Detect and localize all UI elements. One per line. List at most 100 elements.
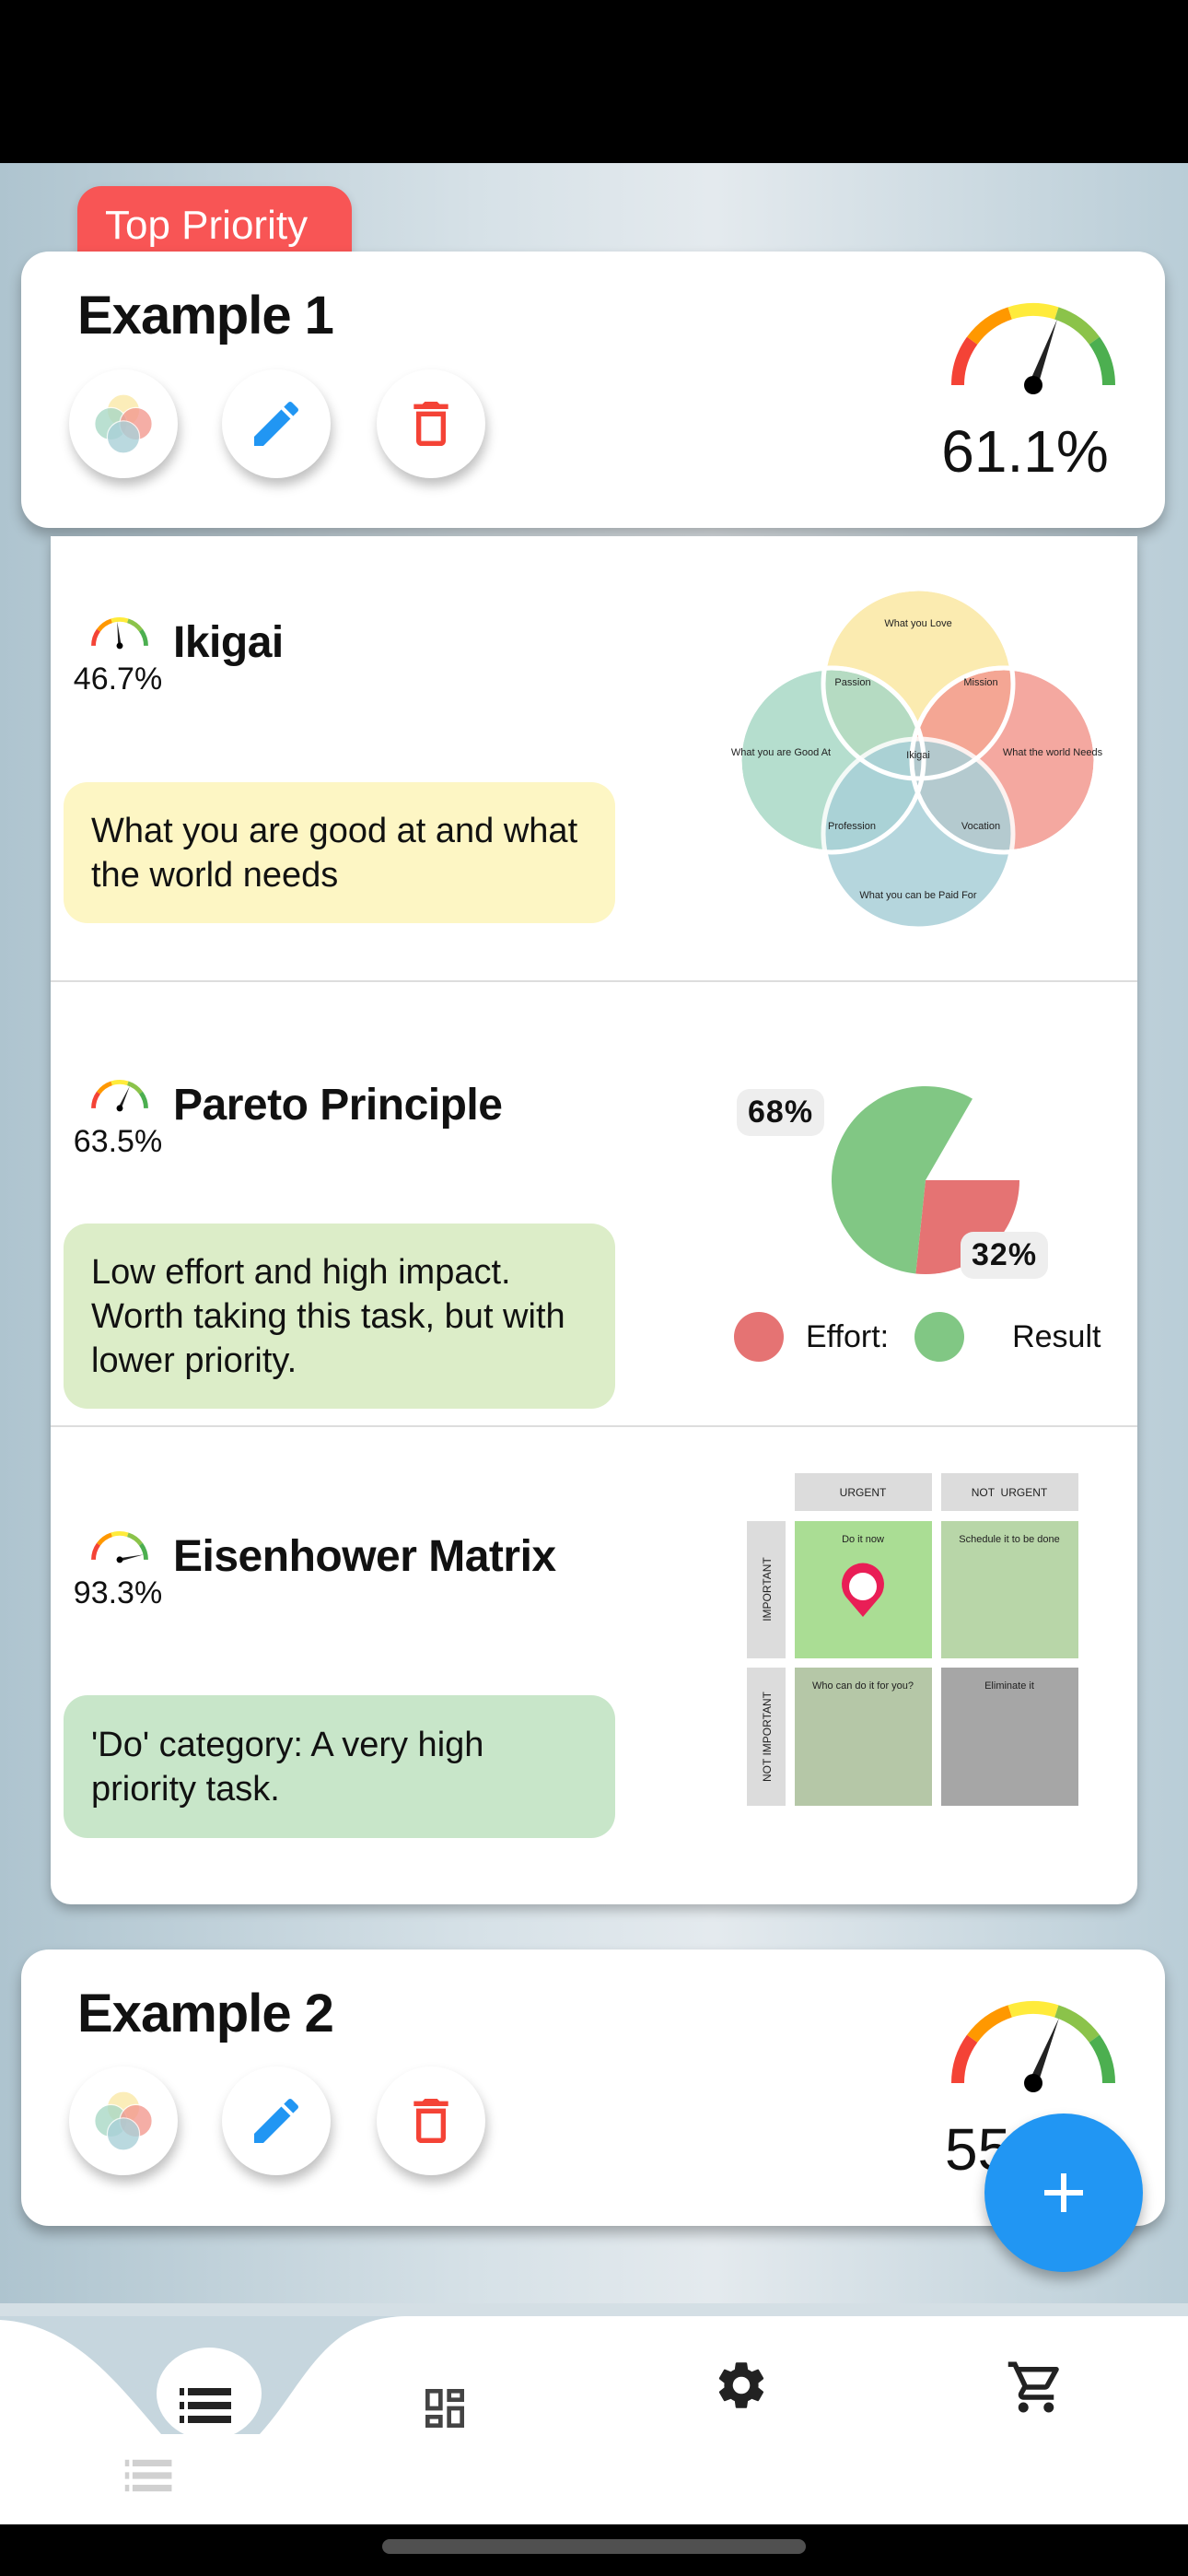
legend-swatch-result — [914, 1312, 965, 1362]
methods-button[interactable] — [69, 2067, 178, 2175]
gauge-segment — [139, 1542, 148, 1561]
method-score: 93.3% — [73, 1575, 163, 1610]
task-card-example-1[interactable]: Example 1 61.1% — [21, 252, 1165, 528]
method-note-text: Low effort and high impact. Worth taking… — [91, 1252, 565, 1380]
cell-label: Who can do it for you? — [812, 1680, 914, 1692]
gauge-segment — [111, 1531, 129, 1538]
pencil-icon — [254, 2098, 298, 2143]
method-note: 'Do' category: A very high priority task… — [64, 1695, 615, 1838]
cart-icon — [1007, 2361, 1059, 2413]
venn-icon — [94, 393, 153, 454]
nav-item-settings[interactable] — [713, 2357, 770, 2418]
gauge-segment — [1007, 303, 1059, 320]
ikigai-diagram: What you Love What you are Good At What … — [731, 586, 1103, 931]
method-gauge — [91, 1531, 148, 1563]
delete-button[interactable] — [377, 2067, 485, 2175]
cell-label: Do it now — [842, 1534, 884, 1545]
delete-button[interactable] — [377, 369, 485, 478]
method-title: Pareto Principle — [173, 1081, 503, 1130]
method-title: Ikigai — [173, 618, 284, 667]
gauge-segment — [951, 2034, 978, 2084]
gauge-segment — [126, 1532, 144, 1546]
gauge-segment — [1054, 307, 1101, 345]
gauge-segment — [111, 1080, 129, 1086]
score-gauge — [951, 303, 1115, 394]
nav-item-dashboard[interactable] — [419, 2383, 471, 2439]
gauge-segment — [96, 1081, 113, 1095]
gauge-segment — [91, 1542, 100, 1561]
gauge-hub — [116, 1556, 123, 1563]
trash-icon — [413, 402, 448, 446]
gauge-segment — [1089, 2034, 1115, 2084]
method-row-pareto[interactable]: 63.5% Pareto Principle Low effort and hi… — [51, 982, 1137, 1425]
row-label: IMPORTANT — [761, 1557, 774, 1622]
methods-panel: 46.7% Ikigai What you are good at and wh… — [51, 536, 1137, 1904]
gauge-segment — [91, 628, 100, 647]
edit-button[interactable] — [222, 369, 331, 478]
pie-label-effort: 32% — [961, 1232, 1049, 1279]
gauge-needle — [119, 1554, 144, 1562]
gauge-segment — [1089, 336, 1115, 386]
gauge-segment — [966, 307, 1013, 345]
method-score: 46.7% — [73, 662, 163, 697]
pie-legend: Effort: Result — [734, 1312, 1101, 1362]
gauge-segment — [91, 1091, 100, 1109]
trash-icon — [413, 2099, 448, 2143]
score-gauge — [951, 2001, 1115, 2092]
legend-label-result: Result — [1012, 1318, 1101, 1354]
methods-button[interactable] — [69, 369, 178, 478]
edit-button[interactable] — [222, 2067, 331, 2175]
status-bar — [0, 0, 1188, 163]
label-good-at: What you are Good At — [731, 747, 831, 758]
gauge-segment — [96, 1532, 113, 1546]
home-indicator[interactable] — [382, 2539, 806, 2554]
method-score: 63.5% — [73, 1124, 163, 1159]
task-score: 61.1% — [941, 418, 1109, 485]
method-row-eisenhower[interactable]: 93.3% Eisenhower Matrix 'Do' category: A… — [51, 1427, 1137, 1904]
task-title: Example 1 — [77, 286, 334, 345]
row-label: NOT IMPORTANT — [761, 1691, 774, 1782]
col-label: URGENT — [840, 1486, 887, 1499]
gauge-segment — [126, 618, 144, 632]
pie-label-result: 68% — [737, 1089, 825, 1136]
gauge-segment — [1054, 2005, 1101, 2043]
settings-gear-icon — [718, 2362, 764, 2408]
task-title: Example 2 — [77, 1984, 334, 2043]
method-gauge — [91, 617, 148, 650]
gauge-needle — [117, 621, 122, 647]
label-paid-for: What you can be Paid For — [859, 890, 977, 901]
method-note-text: 'Do' category: A very high priority task… — [91, 1725, 484, 1809]
gauge-hub — [116, 1105, 123, 1112]
gauge-hub — [1024, 376, 1042, 394]
plus-icon — [1044, 2173, 1083, 2212]
gauge-segment — [1007, 2001, 1059, 2018]
venn-icon — [94, 2090, 153, 2151]
gauge-segment — [139, 628, 148, 647]
method-note: Low effort and high impact. Worth taking… — [64, 1224, 615, 1409]
method-note-text: What you are good at and what the world … — [91, 811, 578, 895]
col-label: NOT URGENT — [972, 1486, 1048, 1499]
gauge-hub — [116, 642, 123, 650]
gauge-segment — [139, 1091, 148, 1109]
legend-swatch-effort — [734, 1312, 784, 1362]
eisenhower-matrix: URGENT NOT URGENT IMPORTANT NOT IMPORTAN… — [747, 1473, 1078, 1806]
gauge-segment — [96, 618, 113, 632]
pencil-icon — [254, 401, 298, 446]
cell-label: Eliminate it — [984, 1680, 1034, 1692]
gauge-segment — [126, 1081, 144, 1095]
list-icon-faded — [123, 2458, 175, 2498]
method-gauge — [91, 1080, 148, 1112]
add-task-button[interactable] — [984, 2113, 1143, 2272]
label-ikigai: Ikigai — [906, 750, 930, 761]
gauge-segment — [951, 336, 978, 386]
cell-label: Schedule it to be done — [959, 1534, 1059, 1545]
label-passion: Passion — [834, 677, 870, 688]
gauge-segment — [111, 617, 129, 624]
label-vocation: Vocation — [961, 821, 1000, 832]
label-profession: Profession — [828, 821, 876, 832]
nav-item-list[interactable] — [180, 2386, 233, 2430]
method-row-ikigai[interactable]: 46.7% Ikigai What you are good at and wh… — [51, 536, 1137, 980]
list-icon — [180, 2388, 231, 2423]
dashboard-icon — [425, 2389, 464, 2428]
nav-item-cart[interactable] — [1006, 2357, 1066, 2422]
